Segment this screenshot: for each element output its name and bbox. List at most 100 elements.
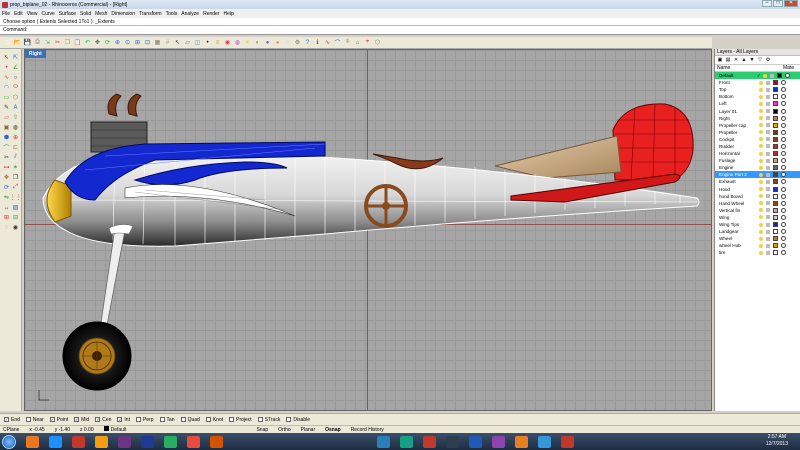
arc-icon[interactable]: ◠	[2, 83, 11, 92]
visibility-bulb-icon[interactable]	[759, 179, 763, 184]
rudder[interactable]	[612, 103, 694, 181]
move-icon[interactable]: ✥	[2, 173, 11, 182]
menu-curve[interactable]: Curve	[41, 11, 54, 17]
mesh-icon[interactable]: ⬢	[2, 133, 11, 142]
layer-material-icon[interactable]	[781, 143, 786, 149]
copy-icon[interactable]: ❐	[11, 173, 20, 182]
dimension-icon[interactable]: ↔	[2, 203, 11, 212]
layer-material-icon[interactable]	[781, 101, 786, 107]
group-icon[interactable]: ⊞	[2, 213, 11, 222]
layer-row[interactable]: Exhaust	[715, 178, 800, 185]
lock-icon[interactable]	[766, 101, 770, 106]
osnap-checkbox[interactable]	[257, 417, 263, 422]
layer-row[interactable]: Horizontal	[715, 150, 800, 157]
osnap-checkbox[interactable]	[205, 417, 211, 422]
layer-row[interactable]: Wing Tips	[715, 221, 800, 228]
osnap-option-int[interactable]: ✓ Int	[117, 417, 130, 423]
hide-icon[interactable]: ◌	[2, 223, 11, 232]
taskbar-app-icon[interactable]	[492, 435, 505, 448]
osnap-checkbox[interactable]	[25, 417, 31, 422]
layer-material-icon[interactable]	[785, 73, 790, 79]
new-icon[interactable]: □	[3, 38, 12, 47]
minimize-button[interactable]: –	[762, 0, 772, 7]
layer-material-icon[interactable]	[781, 179, 786, 185]
lock-icon[interactable]	[766, 243, 770, 248]
zoom-window-icon[interactable]: ⊕	[113, 38, 122, 47]
lock-icon[interactable]	[766, 137, 770, 142]
polygon-icon[interactable]: ⬡	[11, 93, 20, 102]
open-icon[interactable]: 📂	[13, 38, 22, 47]
plane-icon[interactable]: ▱	[183, 38, 192, 47]
undo-icon[interactable]: ↶	[83, 38, 92, 47]
lock-icon[interactable]	[766, 201, 770, 206]
layer-row[interactable]: Landgear	[715, 228, 800, 235]
draft-icon[interactable]: ⌂	[353, 38, 362, 47]
osnap-toggle[interactable]: Osnap	[325, 427, 341, 433]
osnap-option-disable[interactable]: Disable	[286, 417, 310, 423]
osnap-checkbox[interactable]: ✓	[4, 417, 9, 422]
taskbar-app-icon[interactable]	[164, 435, 177, 448]
osnap-checkbox[interactable]: ✓	[95, 417, 101, 422]
circle-icon[interactable]: ○	[11, 73, 20, 82]
layer-material-icon[interactable]	[781, 236, 786, 242]
layer-row[interactable]: Propeller cap	[715, 122, 800, 129]
select-icon[interactable]: ↖	[2, 53, 11, 62]
visibility-bulb-icon[interactable]	[759, 165, 763, 170]
lock-icon[interactable]	[766, 229, 770, 234]
layer-tools-icon[interactable]: ⚙	[765, 57, 771, 63]
layer-material-icon[interactable]	[781, 200, 786, 206]
osnap-checkbox[interactable]	[180, 417, 186, 422]
ungroup-icon[interactable]: ⊟	[11, 213, 20, 222]
layer-material-icon[interactable]	[781, 158, 786, 164]
curvature-icon[interactable]: ⌒	[333, 38, 342, 47]
layer-row[interactable]: Right	[715, 115, 800, 122]
visibility-bulb-icon[interactable]	[763, 73, 767, 78]
rectangle-icon[interactable]: ▭	[2, 93, 11, 102]
layer-material-icon[interactable]	[781, 115, 786, 121]
osnap-option-mid[interactable]: ✓ Mid	[74, 417, 89, 423]
lock-icon[interactable]	[766, 151, 770, 156]
cplane-icon[interactable]: ◫	[193, 38, 202, 47]
visibility-bulb-icon[interactable]	[759, 201, 763, 206]
layer-material-icon[interactable]	[781, 193, 786, 199]
copy-icon[interactable]: ❐	[63, 38, 72, 47]
layer-material-icon[interactable]	[781, 87, 786, 93]
select-points-icon[interactable]: ⇱	[11, 53, 20, 62]
lock-icon[interactable]	[766, 123, 770, 128]
ortho-toggle[interactable]: Ortho	[278, 427, 291, 433]
osnap-checkbox[interactable]	[229, 417, 235, 422]
menu-help[interactable]: Help	[224, 11, 234, 17]
visibility-bulb-icon[interactable]	[759, 229, 763, 234]
move-up-icon[interactable]: ▲	[741, 57, 747, 63]
visibility-bulb-icon[interactable]	[759, 172, 763, 177]
lock-icon[interactable]	[766, 208, 770, 213]
taskbar-app-icon[interactable]	[49, 435, 62, 448]
layer-color-swatch[interactable]	[773, 193, 778, 199]
filter-icon[interactable]: ▽	[757, 57, 763, 63]
command-prompt[interactable]: Command:	[0, 26, 800, 35]
layer-row[interactable]: Bottom	[715, 93, 800, 100]
text-icon[interactable]: A	[11, 103, 20, 112]
lock-icon[interactable]	[766, 109, 770, 114]
zoom-extents-icon[interactable]: ⊞	[133, 38, 142, 47]
menu-analyze[interactable]: Analyze	[181, 11, 199, 17]
layer-color-swatch[interactable]	[773, 222, 778, 228]
taskbar-app-icon[interactable]	[95, 435, 108, 448]
start-button[interactable]	[2, 434, 16, 449]
menu-render[interactable]: Render	[203, 11, 219, 17]
lock-icon[interactable]	[766, 179, 770, 184]
layer-row[interactable]: Vertical fin	[715, 207, 800, 214]
polyline-icon[interactable]: ∠	[11, 63, 20, 72]
layer-material-icon[interactable]	[781, 108, 786, 114]
layer-row[interactable]: wheel Hub	[715, 242, 800, 249]
array-icon[interactable]: ⋮⋮	[10, 193, 22, 202]
layer-color-swatch[interactable]	[773, 108, 778, 114]
import-icon[interactable]: ⇲	[43, 38, 52, 47]
zoom-selected-icon[interactable]: ⊡	[143, 38, 152, 47]
new-layer-icon[interactable]: ▣	[717, 57, 723, 63]
lock-icon[interactable]	[766, 144, 770, 149]
layer-row[interactable]: Engine Part 2	[715, 171, 800, 179]
osnap-icon[interactable]: ⌖	[363, 38, 372, 47]
grid-icon[interactable]: #	[163, 38, 172, 47]
render-icon[interactable]: ◉	[223, 38, 232, 47]
